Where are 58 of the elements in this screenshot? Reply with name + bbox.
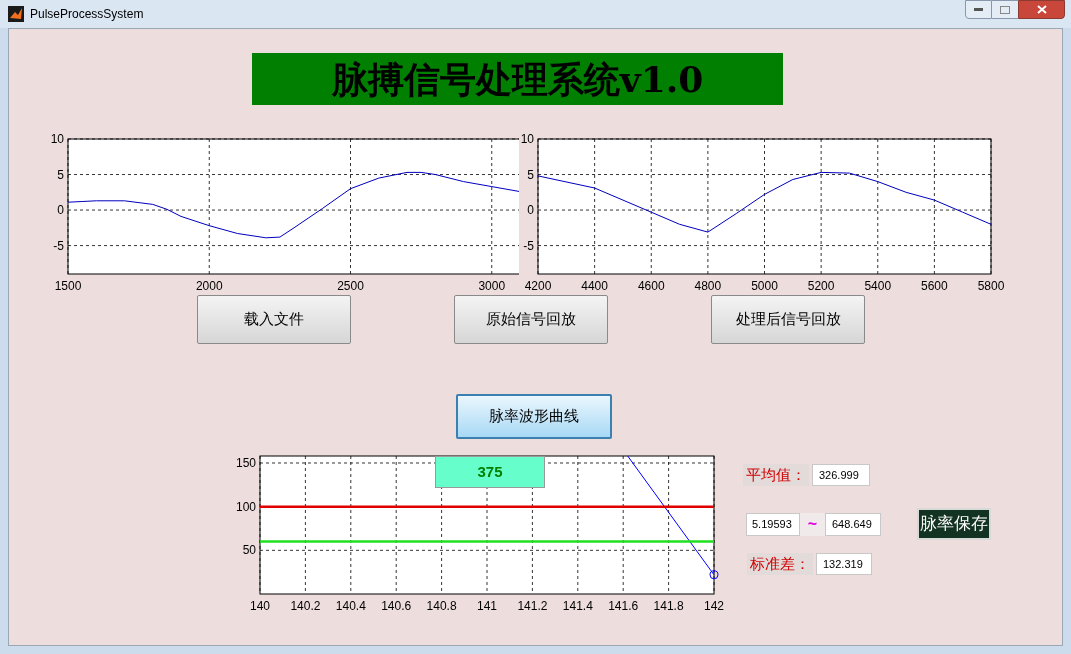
action-button[interactable]: 脉率波形曲线: [456, 394, 612, 439]
y-tick-label: 150: [235, 456, 256, 470]
x-tick-label: 1500: [54, 279, 82, 293]
x-tick-label: 141.4: [562, 599, 593, 610]
std-value-field: 132.319: [816, 553, 872, 575]
x-tick-label: 140.6: [381, 599, 412, 610]
y-tick-label: 5: [57, 167, 64, 182]
x-tick-label: 141.6: [608, 599, 639, 610]
y-tick-label: 100: [235, 499, 256, 514]
x-tick-label: 2500: [337, 279, 364, 293]
range-min-field: 5.19593: [746, 512, 800, 536]
x-tick-label: 140.2: [290, 599, 321, 610]
maximize-button[interactable]: [992, 0, 1018, 19]
x-tick-label: 141.8: [653, 599, 684, 610]
x-tick-label: 141.2: [517, 599, 548, 610]
y-tick-label: 50: [242, 543, 256, 558]
x-tick-label: 140.8: [426, 599, 457, 610]
close-icon: [1036, 5, 1047, 14]
x-tick-label: 3000: [478, 279, 506, 293]
action-button[interactable]: 载入文件: [197, 295, 351, 344]
x-tick-label: 4400: [581, 279, 608, 293]
range-max-field: 648.649: [825, 512, 881, 536]
x-tick-label: 5600: [921, 279, 948, 293]
y-tick-label: 10: [520, 132, 534, 146]
std-label: 标准差：: [747, 553, 813, 575]
value-label: 375: [435, 456, 545, 488]
close-button[interactable]: [1018, 0, 1065, 19]
x-tick-label: 2000: [195, 279, 223, 293]
maximize-icon: [1000, 5, 1010, 14]
x-tick-label: 4200: [524, 279, 552, 293]
mean-value-field: 326.999: [812, 464, 870, 486]
window-title: PulseProcessSystem: [30, 6, 144, 23]
minimize-button[interactable]: [965, 0, 992, 19]
y-tick-label: 0: [57, 203, 64, 218]
app-icon: [8, 6, 24, 22]
action-button[interactable]: 原始信号回放: [454, 295, 608, 344]
x-tick-label: 4800: [694, 279, 722, 293]
x-tick-label: 4600: [637, 279, 665, 293]
range-separator: ~: [800, 512, 825, 536]
minimize-icon: [974, 8, 983, 11]
x-tick-label: 142: [704, 599, 724, 610]
x-tick-label: 140.4: [335, 599, 366, 610]
save-button[interactable]: 脉率保存: [917, 508, 991, 540]
y-tick-label: -5: [53, 238, 64, 253]
x-tick-label: 5000: [751, 279, 778, 293]
x-tick-label: 5800: [977, 279, 1005, 293]
y-tick-label: 10: [50, 132, 64, 146]
header-banner: 脉搏信号处理系统v1.0: [252, 53, 783, 105]
y-tick-label: -5: [523, 238, 534, 253]
x-tick-label: 5400: [864, 279, 892, 293]
x-tick-label: 140: [250, 599, 270, 610]
y-tick-label: 5: [527, 167, 534, 182]
x-tick-label: 5200: [807, 279, 835, 293]
mean-label: 平均值：: [743, 464, 809, 486]
action-button[interactable]: 处理后信号回放: [711, 295, 865, 344]
data-point-marker: [709, 570, 719, 580]
x-tick-label: 141: [477, 599, 497, 610]
y-tick-label: 0: [527, 203, 534, 218]
